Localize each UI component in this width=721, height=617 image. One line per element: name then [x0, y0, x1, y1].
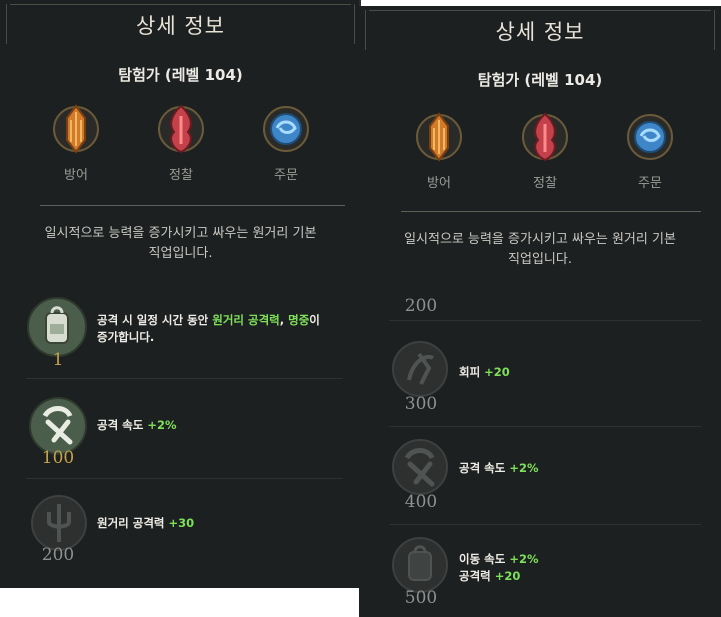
perk-row: 100 공격 속도 +2% — [0, 390, 361, 478]
spell-emblem-icon — [627, 114, 673, 160]
description-line: 직업입니다. — [148, 246, 213, 261]
perk-level: 300 — [404, 394, 438, 414]
perk-level: 400 — [404, 492, 438, 512]
perk-bonus: +2% — [509, 552, 539, 566]
perk-row: 300 회피 +20 — [359, 336, 721, 426]
defense-emblem-icon — [416, 112, 462, 162]
crossed-blades-icon — [29, 397, 87, 455]
perk-text-segment: 이 — [309, 313, 320, 327]
stat-label: 정찰 — [169, 168, 193, 183]
perk-row: 200 원거리 공격력 +30 — [0, 490, 361, 578]
stat-label: 주문 — [638, 176, 662, 191]
perk-text-segment: 공격력 — [459, 569, 495, 583]
perk-effect-text: 이동 속도 +2% 공격력 +20 — [459, 551, 539, 585]
stat-scout: 정찰 — [513, 106, 577, 191]
description-line: 일시적으로 능력을 증가시키고 싸우는 원거리 기본 — [404, 232, 676, 247]
perk-level: 100 — [41, 448, 75, 468]
scout-emblem-icon — [522, 112, 568, 162]
class-name: 탐험가 (레벨 104) — [118, 66, 243, 84]
perk-text-segment: 원거리 공격력 — [97, 516, 169, 530]
frame-ornament — [10, 4, 351, 5]
perk-bonus: +20 — [494, 569, 521, 583]
stat-scout: 정찰 — [149, 98, 213, 183]
perk-text-segment: 공격 속도 — [459, 461, 510, 475]
perk-text-segment: 공격 시 일정 시간 동안 — [97, 313, 213, 327]
frame-ornament — [369, 10, 711, 11]
panel-title: 상세 정보 — [136, 14, 225, 38]
backpack-icon — [392, 537, 448, 593]
stat-defense: 방어 — [44, 98, 108, 183]
perk-effect-text: 공격 시 일정 시간 동안 원거리 공격력, 명중이 증가합니다. — [97, 312, 320, 346]
crossed-blades-icon — [392, 439, 448, 495]
stat-defense: 방어 — [407, 106, 471, 191]
class-name: 탐험가 (레벨 104) — [477, 71, 603, 89]
row-divider — [389, 524, 701, 525]
section-divider — [40, 205, 345, 206]
perk-level: 200 — [41, 545, 75, 565]
perk-row: 1 공격 시 일정 시간 동안 원거리 공격력, 명중이 증가합니다. — [0, 290, 361, 378]
spell-emblem-icon — [263, 106, 309, 152]
scout-emblem-icon — [158, 104, 204, 154]
detail-panel-right: 상세 정보 탐험가 (레벨 104) 방어 정찰 주문 일시적으로 능력을 증가… — [359, 6, 721, 617]
perk-effect-text: 공격 속도 +2% — [97, 417, 177, 434]
stat-spell: 주문 — [618, 106, 682, 191]
perk-effect-text: 원거리 공격력 +30 — [97, 515, 194, 532]
perk-bonus: +2% — [509, 461, 539, 475]
perk-bonus: +2% — [147, 418, 177, 432]
perk-bonus: +20 — [484, 365, 510, 379]
defense-emblem-icon — [53, 104, 99, 154]
row-divider — [389, 426, 701, 427]
perk-text-segment: 이동 속도 — [459, 552, 510, 566]
perk-effect-text: 공격 속도 +2% — [459, 460, 539, 477]
perk-level: 500 — [404, 588, 438, 608]
row-divider — [389, 320, 701, 321]
perk-row: 200 — [359, 288, 721, 318]
description-line: 직업입니다. — [508, 252, 572, 267]
perk-row: 500 이동 속도 +2% 공격력 +20 — [359, 532, 721, 617]
perk-text-segment: 회피 — [459, 365, 485, 379]
perk-highlight: 원거리 공격력 — [212, 313, 280, 327]
row-divider — [26, 478, 343, 479]
panel-title: 상세 정보 — [495, 20, 585, 44]
stat-label: 주문 — [274, 168, 298, 183]
panel-header: 상세 정보 — [359, 6, 721, 52]
perk-bonus: +30 — [168, 516, 195, 530]
description-line: 일시적으로 능력을 증가시키고 싸우는 원거리 기본 — [44, 226, 317, 241]
perk-row: 400 공격 속도 +2% — [359, 434, 721, 524]
dodge-figure-icon — [392, 341, 448, 397]
stat-label: 방어 — [64, 168, 88, 183]
perk-text-segment: , — [279, 313, 289, 327]
perk-highlight: 명중 — [288, 313, 310, 327]
perk-level: 1 — [52, 350, 64, 370]
detail-panel-left: 상세 정보 탐험가 (레벨 104) 방어 정찰 주문 일시적으로 능력을 증가… — [0, 0, 361, 588]
section-divider — [401, 211, 701, 212]
stat-label: 방어 — [427, 176, 451, 191]
row-divider — [26, 378, 343, 379]
perk-text-segment: 증가합니다. — [97, 330, 155, 344]
perk-effect-text: 회피 +20 — [459, 364, 510, 381]
trident-icon — [31, 495, 87, 551]
stat-label: 정찰 — [533, 176, 557, 191]
panel-header: 상세 정보 — [0, 0, 361, 46]
class-description: 일시적으로 능력을 증가시키고 싸우는 원거리 기본 직업입니다. — [379, 230, 701, 270]
stat-spell: 주문 — [254, 98, 318, 183]
backpack-icon — [27, 297, 87, 357]
perk-text-segment: 공격 속도 — [97, 418, 148, 432]
class-description: 일시적으로 능력을 증가시키고 싸우는 원거리 기본 직업입니다. — [20, 224, 341, 264]
perk-level: 200 — [404, 296, 438, 316]
